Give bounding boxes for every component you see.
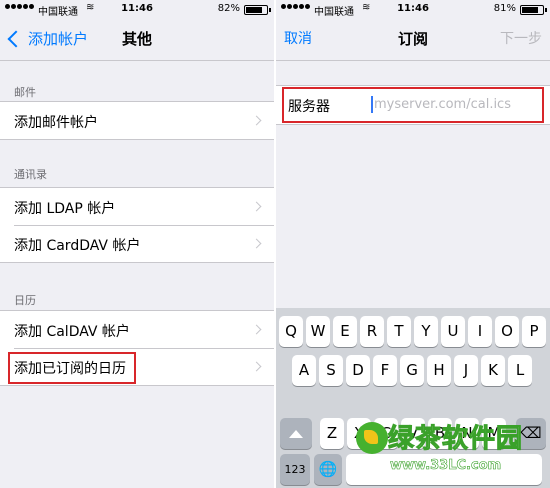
key-s[interactable]: S bbox=[319, 355, 343, 386]
globe-key[interactable]: 🌐 bbox=[314, 454, 342, 485]
cell-label: 添加 CalDAV 帐户 bbox=[14, 324, 130, 340]
highlight-box bbox=[8, 352, 136, 384]
section-header-calendar: 日历 bbox=[14, 294, 36, 307]
key-w[interactable]: W bbox=[306, 316, 330, 347]
battery-percentage: 81% bbox=[493, 3, 516, 14]
chevron-right-icon bbox=[251, 201, 262, 212]
key-p[interactable]: P bbox=[522, 316, 546, 347]
navigation-bar: 取消 订阅 下一步 bbox=[276, 20, 550, 61]
key-a[interactable]: A bbox=[292, 355, 316, 386]
navigation-bar: 添加帐户 其他 bbox=[0, 20, 274, 61]
add-mail-account-item[interactable]: 添加邮件帐户 bbox=[0, 102, 274, 139]
chevron-right-icon bbox=[251, 324, 262, 335]
status-bar: 中国联通 ≋ 11:46 81% bbox=[276, 0, 550, 18]
numbers-key[interactable]: 123 bbox=[280, 454, 310, 485]
key-e[interactable]: E bbox=[333, 316, 357, 347]
key-j[interactable]: J bbox=[454, 355, 478, 386]
key-y[interactable]: Y bbox=[414, 316, 438, 347]
key-h[interactable]: H bbox=[427, 355, 451, 386]
page-title: 其他 bbox=[121, 30, 152, 48]
key-o[interactable]: O bbox=[495, 316, 519, 347]
chevron-right-icon bbox=[251, 361, 262, 372]
shift-key[interactable] bbox=[280, 418, 312, 449]
battery-icon bbox=[520, 5, 547, 15]
mail-group: 添加邮件帐户 bbox=[0, 101, 274, 140]
key-q[interactable]: Q bbox=[279, 316, 303, 347]
watermark-logo-icon bbox=[356, 422, 388, 454]
add-caldav-account-item[interactable]: 添加 CalDAV 帐户 bbox=[0, 311, 274, 348]
watermark-url: www.33LC.com bbox=[390, 458, 502, 474]
watermark: 绿茶软件园 www.33LC.com bbox=[348, 418, 546, 484]
key-r[interactable]: R bbox=[360, 316, 384, 347]
add-carddav-account-item[interactable]: 添加 CardDAV 帐户 bbox=[0, 225, 274, 262]
key-g[interactable]: G bbox=[400, 355, 424, 386]
section-header-contacts: 通讯录 bbox=[14, 168, 47, 181]
battery-percentage: 82% bbox=[217, 3, 240, 14]
key-k[interactable]: K bbox=[481, 355, 505, 386]
chevron-right-icon bbox=[251, 115, 262, 126]
next-button[interactable]: 下一步 bbox=[500, 28, 542, 48]
key-d[interactable]: D bbox=[346, 355, 370, 386]
cell-label: 添加邮件帐户 bbox=[14, 115, 98, 131]
contacts-group: 添加 LDAP 帐户 添加 CardDAV 帐户 bbox=[0, 187, 274, 263]
status-bar: 中国联通 ≋ 11:46 82% bbox=[0, 0, 274, 18]
key-z[interactable]: Z bbox=[320, 418, 344, 449]
chevron-right-icon bbox=[251, 238, 262, 249]
battery-icon bbox=[244, 5, 271, 15]
key-t[interactable]: T bbox=[387, 316, 411, 347]
key-u[interactable]: U bbox=[441, 316, 465, 347]
highlight-box bbox=[282, 87, 544, 123]
key-i[interactable]: I bbox=[468, 316, 492, 347]
cell-label: 添加 LDAP 帐户 bbox=[14, 201, 116, 217]
key-f[interactable]: F bbox=[373, 355, 397, 386]
settings-other-screen: 中国联通 ≋ 11:46 82% 添加帐户 其他 邮件 添加邮件帐户 通讯录 添… bbox=[0, 0, 274, 488]
section-header-mail: 邮件 bbox=[14, 86, 36, 99]
key-l[interactable]: L bbox=[508, 355, 532, 386]
add-ldap-account-item[interactable]: 添加 LDAP 帐户 bbox=[0, 188, 274, 225]
watermark-text: 绿茶软件园 bbox=[387, 424, 524, 455]
subscribe-calendar-screen: 中国联通 ≋ 11:46 81% 取消 订阅 下一步 服务器 QWERTYUIO… bbox=[276, 0, 550, 488]
cell-label: 添加 CardDAV 帐户 bbox=[14, 238, 141, 254]
